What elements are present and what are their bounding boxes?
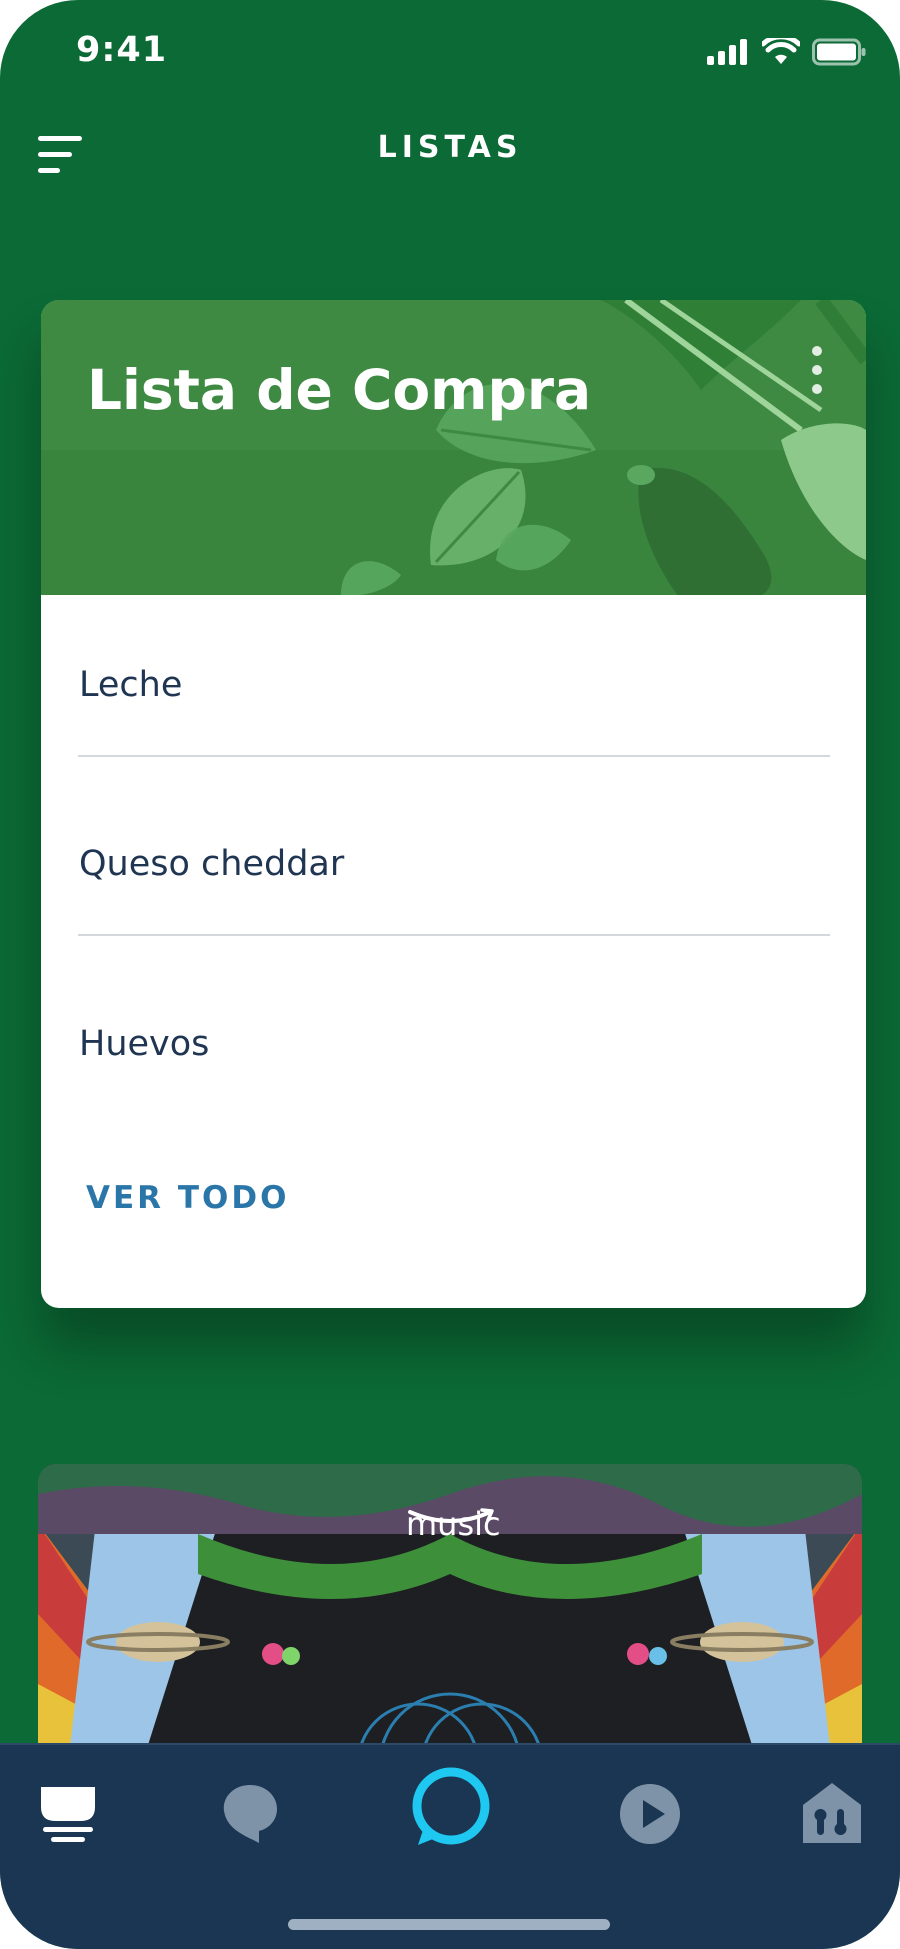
see-all-link[interactable]: VER TODO: [86, 1180, 289, 1216]
nav-devices-button[interactable]: [797, 1779, 867, 1849]
play-icon: [620, 1784, 680, 1844]
list-title: Lista de Compra: [87, 358, 592, 422]
smart-home-devices-icon: [803, 1783, 861, 1843]
alexa-button[interactable]: [408, 1765, 494, 1851]
cellular-signal-icon: [707, 39, 747, 65]
divider: [78, 934, 830, 936]
more-vertical-icon: [812, 346, 822, 356]
home-indicator[interactable]: [288, 1919, 610, 1930]
music-card[interactable]: music: [38, 1464, 862, 1764]
battery-icon: [812, 38, 866, 66]
nav-play-button[interactable]: [615, 1779, 685, 1849]
chat-bubble-icon: [223, 1785, 277, 1843]
alexa-ring-icon: [412, 1767, 490, 1845]
divider: [78, 755, 830, 757]
vegetables-illustration: [41, 300, 866, 595]
wifi-icon: [762, 38, 800, 64]
list-item[interactable]: Queso cheddar: [79, 774, 829, 954]
list-item[interactable]: Huevos: [79, 954, 829, 1134]
status-time: 9:41: [76, 30, 168, 70]
bottom-navigation: [0, 1743, 900, 1949]
page-title: LISTAS: [377, 130, 523, 165]
shopping-list-card: Lista de Compra Leche Queso cheddar Huev…: [41, 300, 866, 1308]
smile-arrow-icon: [408, 1508, 494, 1523]
status-icons: [706, 38, 866, 66]
card-header: Lista de Compra: [41, 300, 866, 595]
app-screen: 9:41 LISTAS Lista de Compra Leche Queso …: [0, 0, 900, 1949]
home-icon: [41, 1787, 95, 1842]
list-item[interactable]: Leche: [79, 595, 829, 775]
amazon-music-logo: music: [406, 1505, 501, 1543]
nav-home-button[interactable]: [33, 1779, 103, 1849]
more-options-button[interactable]: [805, 340, 829, 400]
nav-communicate-button[interactable]: [215, 1779, 285, 1849]
